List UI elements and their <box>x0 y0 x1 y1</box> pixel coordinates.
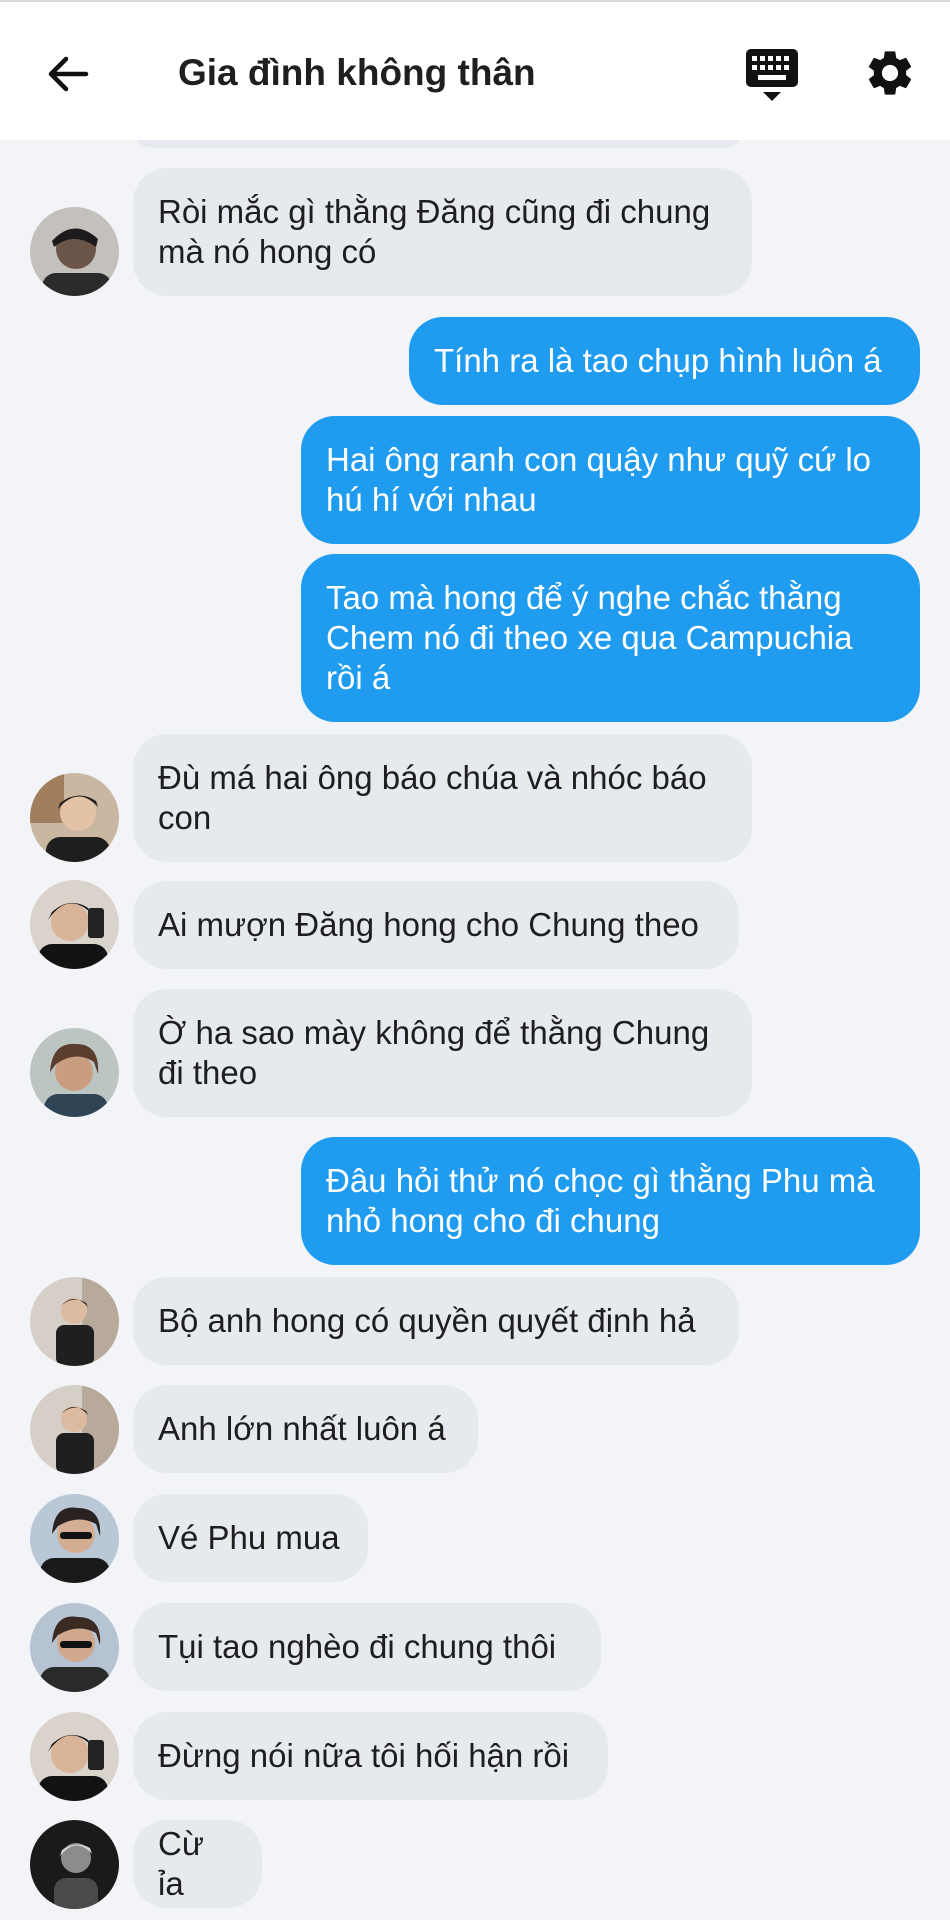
chat-header: Gia đình không thân <box>0 2 950 140</box>
avatar[interactable] <box>30 880 119 969</box>
message-text: Ròi mắc gì thằng Đăng cũng đi chung mà n… <box>158 193 711 270</box>
message-bubble[interactable]: Đù má hai ông báo chúa và nhóc báo con <box>133 734 752 862</box>
message-bubble[interactable]: Đâu hỏi thử nó chọc gì thằng Phu mà nhỏ … <box>301 1137 920 1265</box>
previous-message-bubble <box>133 140 743 148</box>
avatar[interactable] <box>30 1494 119 1583</box>
back-button[interactable] <box>44 50 92 98</box>
message-text: Đừng nói nữa tôi hối hận rồi <box>158 1737 570 1774</box>
message-text: Cừ ỉa <box>158 1825 204 1902</box>
message-bubble[interactable]: Ròi mắc gì thằng Đăng cũng đi chung mà n… <box>133 168 752 296</box>
message-bubble[interactable]: Hai ông ranh con quậy như quỹ cứ lo hú h… <box>301 416 920 544</box>
message-bubble[interactable]: Bộ anh hong có quyền quyết định hả <box>133 1277 739 1365</box>
message-bubble[interactable]: Cừ ỉa <box>133 1820 262 1908</box>
settings-button[interactable] <box>863 46 917 100</box>
avatar[interactable] <box>30 1385 119 1474</box>
message-list[interactable]: Ròi mắc gì thằng Đăng cũng đi chung mà n… <box>0 140 950 1920</box>
message-bubble[interactable]: Tao mà hong để ý nghe chắc thằng Chem nó… <box>301 554 920 722</box>
message-text: Tao mà hong để ý nghe chắc thằng Chem nó… <box>326 579 853 696</box>
arrow-left-icon <box>48 56 89 92</box>
avatar[interactable] <box>30 1028 119 1117</box>
message-text: Bộ anh hong có quyền quyết định hả <box>158 1302 696 1339</box>
message-text: Đâu hỏi thử nó chọc gì thằng Phu mà nhỏ … <box>326 1162 875 1239</box>
message-bubble[interactable]: Đừng nói nữa tôi hối hận rồi <box>133 1712 608 1800</box>
message-text: Tụi tao nghèo đi chung thôi <box>158 1628 557 1665</box>
message-text: Hai ông ranh con quậy như quỹ cứ lo hú h… <box>326 441 872 518</box>
message-bubble[interactable]: Tụi tao nghèo đi chung thôi <box>133 1603 601 1691</box>
keyboard-button[interactable] <box>745 47 799 103</box>
avatar[interactable] <box>30 1603 119 1692</box>
message-text: Anh lớn nhất luôn á <box>158 1410 446 1447</box>
avatar[interactable] <box>30 773 119 862</box>
avatar[interactable] <box>30 207 119 296</box>
message-bubble[interactable]: Ờ ha sao mày không để thằng Chung đi the… <box>133 989 752 1117</box>
avatar[interactable] <box>30 1277 119 1366</box>
avatar[interactable] <box>30 1712 119 1801</box>
chat-title: Gia đình không thân <box>178 52 536 93</box>
message-text: Ờ ha sao mày không để thằng Chung đi the… <box>158 1014 710 1091</box>
avatar[interactable] <box>30 1820 119 1909</box>
message-text: Ai mượn Đăng hong cho Chung theo <box>158 906 699 943</box>
message-text: Vé Phu mua <box>158 1519 340 1556</box>
message-bubble[interactable]: Ai mượn Đăng hong cho Chung theo <box>133 881 739 969</box>
message-text: Đù má hai ông báo chúa và nhóc báo con <box>158 759 707 836</box>
message-text: Tính ra là tao chụp hình luôn á <box>434 342 882 379</box>
message-bubble[interactable]: Tính ra là tao chụp hình luôn á <box>409 317 920 405</box>
message-bubble[interactable]: Anh lớn nhất luôn á <box>133 1385 478 1473</box>
gear-icon <box>868 51 912 95</box>
keyboard-icon <box>746 49 798 101</box>
message-bubble[interactable]: Vé Phu mua <box>133 1494 368 1582</box>
